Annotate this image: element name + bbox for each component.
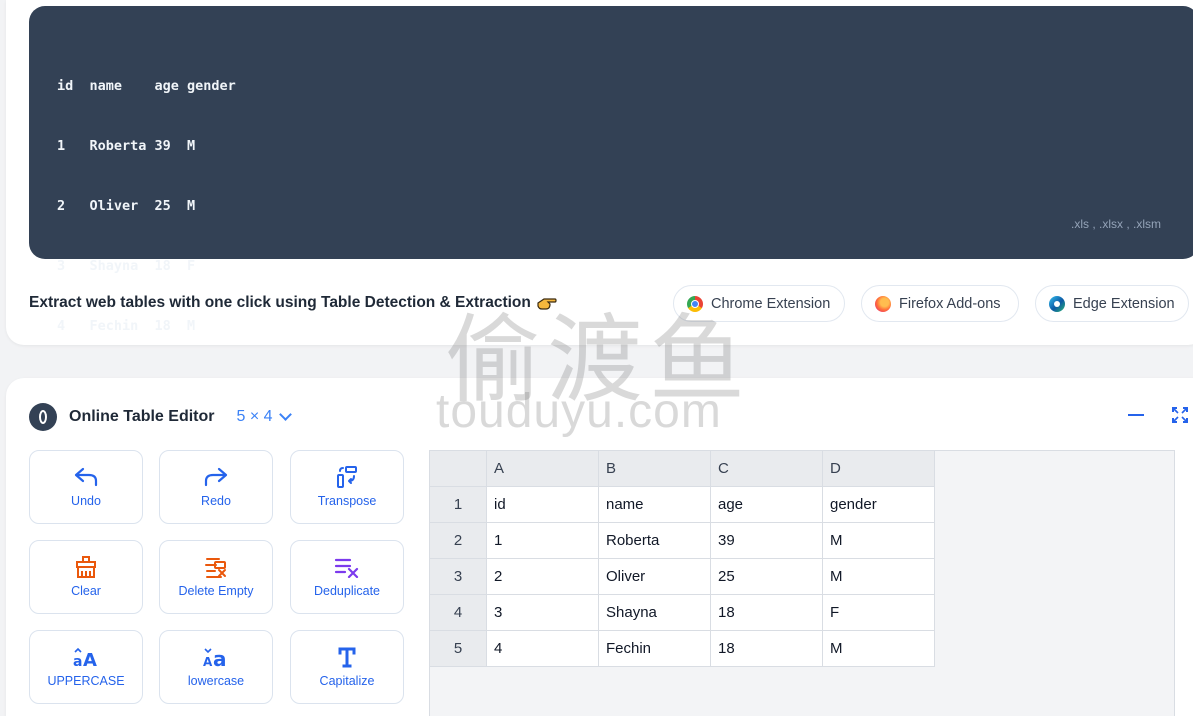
transpose-button[interactable]: Transpose xyxy=(290,450,404,524)
transpose-icon xyxy=(337,466,357,488)
uppercase-button[interactable]: a A UPPERCASE xyxy=(29,630,143,704)
redo-icon xyxy=(204,467,228,487)
redo-label: Redo xyxy=(201,494,231,508)
capitalize-icon xyxy=(338,647,356,668)
chrome-icon xyxy=(687,295,703,312)
column-header[interactable]: B xyxy=(598,450,711,487)
promo-text: Extract web tables with one click using … xyxy=(29,294,531,311)
table-cell[interactable]: 3 xyxy=(486,594,599,631)
svg-text:a: a xyxy=(73,654,82,668)
svg-text:A: A xyxy=(203,655,213,668)
chrome-extension-button[interactable]: Chrome Extension xyxy=(673,285,845,322)
table-cell[interactable]: 2 xyxy=(486,558,599,595)
delete-empty-button[interactable]: Delete Empty xyxy=(159,540,273,614)
table-cell[interactable]: age xyxy=(710,486,823,523)
clear-icon xyxy=(76,556,96,578)
corner-cell[interactable] xyxy=(429,450,487,487)
table-row: 4 3 Shayna 18 F xyxy=(429,594,935,631)
firefox-icon xyxy=(875,295,891,312)
table-cell[interactable]: M xyxy=(822,558,935,595)
column-header[interactable]: C xyxy=(710,450,823,487)
promo-text-row: Extract web tables with one click using … xyxy=(29,294,557,312)
code-output-text: id name age gender 1 Roberta 39 M 2 Oliv… xyxy=(57,36,236,376)
pointing-hand-icon xyxy=(537,298,557,310)
table-cell[interactable]: id xyxy=(486,486,599,523)
row-header[interactable]: 4 xyxy=(429,594,487,631)
firefox-addon-button[interactable]: Firefox Add-ons xyxy=(861,285,1019,322)
table-cell[interactable]: 39 xyxy=(710,522,823,559)
table-cell[interactable]: name xyxy=(598,486,711,523)
table-cell[interactable]: 18 xyxy=(710,630,823,667)
lowercase-label: lowercase xyxy=(187,674,245,688)
row-header[interactable]: 5 xyxy=(429,630,487,667)
code-line: id name age gender xyxy=(57,78,236,94)
table-row: 5 4 Fechin 18 M xyxy=(429,630,935,667)
transpose-label: Transpose xyxy=(317,494,377,508)
uppercase-label: UPPERCASE xyxy=(47,674,125,688)
delete-empty-icon xyxy=(205,558,226,578)
row-header[interactable]: 2 xyxy=(429,522,487,559)
undo-label: Undo xyxy=(71,494,101,508)
table-row: 3 2 Oliver 25 M xyxy=(429,558,935,595)
table-cell[interactable]: 18 xyxy=(710,594,823,631)
table-row: 1 id name age gender xyxy=(429,486,935,523)
edge-extension-button[interactable]: Edge Extension xyxy=(1035,285,1189,322)
clear-button[interactable]: Clear xyxy=(29,540,143,614)
chevron-down-icon xyxy=(278,408,292,421)
table-cell[interactable]: M xyxy=(822,522,935,559)
lowercase-icon: A a xyxy=(203,647,227,668)
row-header[interactable]: 3 xyxy=(429,558,487,595)
table-dimensions-label: 5 × 4 xyxy=(236,408,273,425)
firefox-addon-label: Firefox Add-ons xyxy=(899,295,1001,312)
deduplicate-button[interactable]: Deduplicate xyxy=(290,540,404,614)
edge-extension-label: Edge Extension xyxy=(1073,295,1175,312)
code-output-panel[interactable]: id name age gender 1 Roberta 39 M 2 Oliv… xyxy=(29,6,1193,334)
table-cell[interactable]: Fechin xyxy=(598,630,711,667)
svg-text:a: a xyxy=(213,647,227,668)
editor-title: Online Table Editor xyxy=(69,408,215,425)
minimize-icon[interactable] xyxy=(1128,414,1144,416)
code-line: 1 Roberta 39 M xyxy=(57,138,196,154)
code-line: 3 Shayna 18 F xyxy=(57,258,196,274)
table-cell[interactable]: Roberta xyxy=(598,522,711,559)
column-header-row: A B C D xyxy=(429,450,935,487)
table-cell[interactable]: Shayna xyxy=(598,594,711,631)
editor-header: Online Table Editor 5 × 4 xyxy=(29,403,292,431)
table-row: 2 1 Roberta 39 M xyxy=(429,522,935,559)
table-dimensions-dropdown[interactable]: 5 × 4 xyxy=(236,408,292,426)
row-header[interactable]: 1 xyxy=(429,486,487,523)
table-cell[interactable]: M xyxy=(822,630,935,667)
column-header[interactable]: A xyxy=(486,450,599,487)
column-header[interactable]: D xyxy=(822,450,935,487)
table-cell[interactable]: gender xyxy=(822,486,935,523)
code-line: 2 Oliver 25 M xyxy=(57,198,196,214)
table-cell[interactable]: Oliver xyxy=(598,558,711,595)
code-line: 4 Fechin 18 M xyxy=(57,318,196,334)
capitalize-label: Capitalize xyxy=(319,674,375,688)
edge-icon xyxy=(1049,295,1065,312)
table-cell[interactable]: F xyxy=(822,594,935,631)
uppercase-icon: a A xyxy=(73,647,97,668)
deduplicate-icon xyxy=(334,558,359,578)
redo-button[interactable]: Redo xyxy=(159,450,273,524)
table-cell[interactable]: 25 xyxy=(710,558,823,595)
table-cell[interactable]: 4 xyxy=(486,630,599,667)
table-cell[interactable]: 1 xyxy=(486,522,599,559)
lowercase-button[interactable]: A a lowercase xyxy=(159,630,273,704)
spreadsheet-grid[interactable]: A B C D 1 id name age gender 2 1 Roberta… xyxy=(429,450,935,667)
editor-logo-icon xyxy=(29,403,57,431)
chrome-extension-label: Chrome Extension xyxy=(711,295,831,312)
delete-empty-label: Delete Empty xyxy=(178,584,254,598)
capitalize-button[interactable]: Capitalize xyxy=(290,630,404,704)
undo-button[interactable]: Undo xyxy=(29,450,143,524)
clear-label: Clear xyxy=(71,584,101,598)
undo-icon xyxy=(74,467,98,487)
fullscreen-icon[interactable] xyxy=(1172,407,1188,423)
supported-formats-text: .xls , .xlsx , .xlsm xyxy=(1071,217,1161,231)
svg-text:A: A xyxy=(83,650,97,668)
deduplicate-label: Deduplicate xyxy=(313,584,380,598)
